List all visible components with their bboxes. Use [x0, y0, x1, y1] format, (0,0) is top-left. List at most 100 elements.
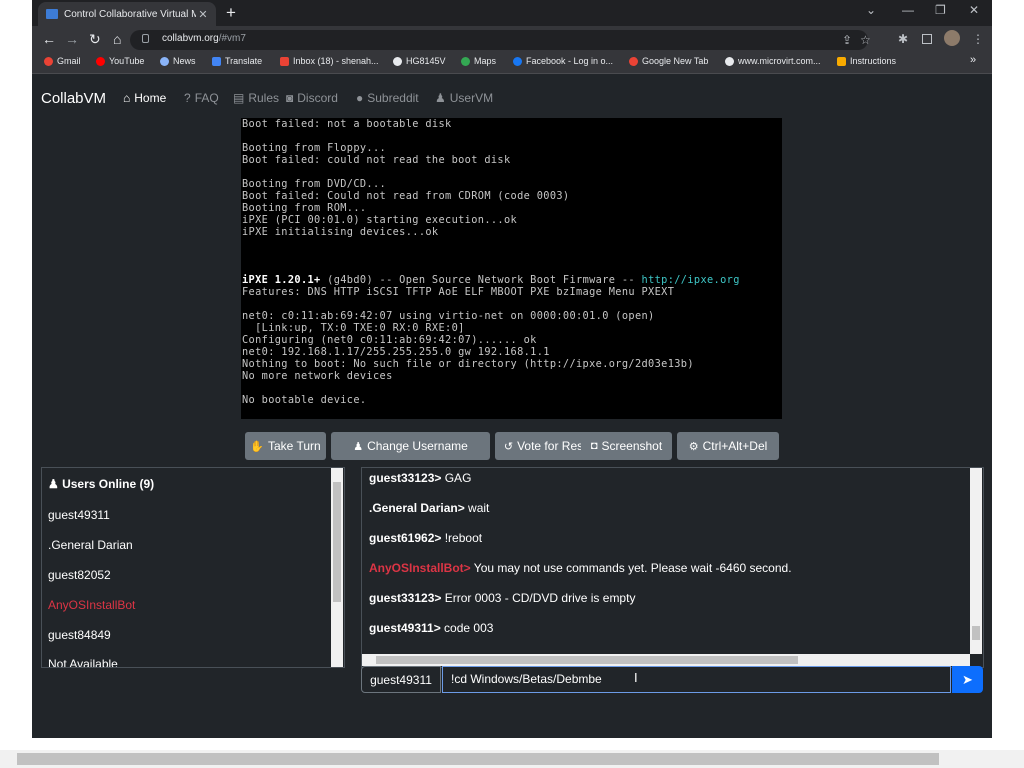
translate-icon: [212, 56, 221, 66]
nav-home[interactable]: ⌂ Home: [123, 91, 166, 105]
vm-terminal-line: Features: DNS HTTP iSCSI TFTP AoE ELF MB…: [242, 286, 675, 298]
person-icon: ♟: [435, 91, 446, 105]
nav-discord[interactable]: ◙ Discord: [286, 91, 338, 105]
chat-message: AnyOSInstallBot> You may not use command…: [369, 561, 792, 575]
reset-icon: ↺: [503, 440, 514, 453]
forward-arrow-icon[interactable]: →: [65, 31, 79, 47]
site-brand[interactable]: CollabVM: [41, 90, 106, 107]
globe-icon: [725, 56, 734, 66]
folder-icon: [837, 56, 846, 66]
chat-message: guest33123> Error 0003 - CD/DVD drive is…: [369, 591, 636, 605]
bookmark-news[interactable]: News: [160, 56, 196, 66]
nav-rules[interactable]: ▤ Rules: [233, 91, 279, 105]
chat-input-group: guest49311 !cd Windows/Betas/Debmbe ➤: [361, 666, 983, 693]
chat-message: guest33123> GAG: [369, 471, 472, 485]
bookmarks-bar: Gmail YouTube News Translate Inbox (18) …: [32, 53, 992, 74]
change-username-button[interactable]: ♟ Change Username: [331, 432, 490, 460]
take-turn-button[interactable]: ✋ Take Turn: [245, 432, 326, 460]
collabvm-favicon-icon: [46, 9, 58, 19]
nav-faq[interactable]: ? FAQ: [184, 91, 219, 105]
bookmark-star-icon[interactable]: ☆: [860, 33, 871, 47]
gmail-icon: [44, 56, 53, 66]
chat-message: guest49311> code 003: [369, 621, 494, 635]
vm-terminal-line: Boot failed: could not read the boot dis…: [242, 154, 511, 166]
tab-search-chevron-icon[interactable]: ⌄: [866, 3, 876, 17]
close-tab-icon[interactable]: ✕: [196, 8, 210, 21]
user-list-item[interactable]: .General Darian: [48, 538, 133, 552]
users-scrollbar-thumb[interactable]: [333, 482, 341, 602]
chat-horizontal-scrollbar-thumb[interactable]: [376, 656, 798, 664]
side-panel-icon[interactable]: [922, 34, 932, 44]
camera-icon: ◘: [590, 440, 598, 452]
nav-uservm[interactable]: ♟ UserVM: [435, 91, 493, 105]
bookmark-translate[interactable]: Translate: [212, 56, 262, 66]
address-url: collabvm.org/#vm7: [162, 33, 246, 44]
home-button-icon[interactable]: ⌂: [113, 31, 121, 47]
more-bookmarks-chevron-icon[interactable]: »: [970, 54, 976, 66]
chat-message: .General Darian> wait: [369, 501, 490, 515]
reddit-icon: ●: [356, 91, 364, 105]
bookmark-microvirt[interactable]: www.microvirt.com...: [725, 56, 821, 66]
clipboard-icon: ▤: [233, 91, 245, 105]
chat-vertical-scrollbar-thumb[interactable]: [972, 626, 980, 640]
ctrl-alt-del-button[interactable]: ⚙ Ctrl+Alt+Del: [677, 432, 779, 460]
bookmark-maps[interactable]: Maps: [461, 56, 496, 66]
user-list-item[interactable]: guest84849: [48, 628, 111, 642]
page-horizontal-scrollbar[interactable]: [0, 750, 1024, 768]
chat-vertical-scrollbar[interactable]: [970, 468, 982, 654]
send-button[interactable]: ➤: [952, 666, 983, 693]
facebook-icon: [513, 56, 522, 66]
vm-terminal-line: Booting from DVD/CD...: [242, 178, 387, 190]
close-window-icon[interactable]: ✕: [969, 3, 979, 17]
chat-message-input[interactable]: !cd Windows/Betas/Debmbe: [442, 666, 951, 693]
users-scrollbar[interactable]: [331, 468, 343, 667]
chat-panel: guest33123> GAG .General Darian> wait gu…: [361, 467, 984, 668]
extensions-puzzle-icon[interactable]: ✱: [898, 32, 908, 46]
screenshot-button[interactable]: ◘ Screenshot: [581, 432, 672, 460]
browser-tab[interactable]: Control Collaborative Virtual Ma ✕: [38, 2, 216, 26]
back-arrow-icon[interactable]: ←: [42, 31, 56, 47]
bookmark-google-new-tab[interactable]: Google New Tab: [629, 56, 708, 66]
chat-horizontal-scrollbar[interactable]: [362, 654, 970, 666]
maps-pin-icon: [461, 56, 470, 66]
user-list-item[interactable]: guest82052: [48, 568, 111, 582]
vm-terminal-line: net0: c0:11:ab:69:42:07 using virtio-net…: [242, 310, 655, 322]
vm-terminal-line: Boot failed: not a bootable disk: [242, 118, 452, 130]
text-cursor-icon: I: [634, 670, 638, 685]
users-online-panel: ♟ Users Online (9) guest49311 .General D…: [41, 467, 345, 668]
bookmark-gmail[interactable]: Gmail: [44, 56, 81, 66]
globe-icon: [393, 56, 402, 66]
reload-icon[interactable]: ↻: [89, 31, 101, 48]
new-tab-icon[interactable]: +: [226, 2, 236, 24]
youtube-icon: [96, 56, 105, 66]
user-list-item[interactable]: AnyOSInstallBot: [48, 598, 135, 612]
bookmark-youtube[interactable]: YouTube: [96, 56, 144, 66]
restore-icon[interactable]: ❐: [935, 3, 946, 17]
vm-terminal-line: [Link:up, TX:0 TXE:0 RX:0 RXE:0]: [242, 322, 465, 334]
bookmark-inbox[interactable]: Inbox (18) - shenah...: [280, 56, 379, 66]
vm-terminal-line: iPXE 1.20.1+ (g4bd0) -- Open Source Netw…: [242, 274, 740, 286]
vm-display[interactable]: Boot failed: not a bootable disk Booting …: [241, 118, 782, 419]
vm-terminal-line: Configuring (net0 c0:11:ab:69:42:07)....…: [242, 334, 537, 346]
nav-subreddit[interactable]: ● Subreddit: [356, 91, 419, 105]
user-list-item[interactable]: Not Available: [48, 657, 118, 667]
vm-terminal-line: No bootable device.: [242, 394, 367, 406]
bookmark-hg8145v[interactable]: HG8145V: [393, 56, 446, 66]
share-icon[interactable]: ⇪: [842, 33, 852, 47]
page-horizontal-scrollbar-thumb[interactable]: [17, 753, 939, 765]
bookmark-facebook[interactable]: Facebook - Log in o...: [513, 56, 613, 66]
tab-strip: Control Collaborative Virtual Ma ✕ + ⌄ —…: [32, 0, 992, 26]
menu-kebab-icon[interactable]: ⋮: [972, 32, 984, 46]
bookmark-instructions[interactable]: Instructions: [837, 56, 896, 66]
discord-icon: ◙: [286, 91, 294, 105]
user-list-item[interactable]: guest49311: [48, 508, 110, 522]
vm-terminal-line: Booting from Floppy...: [242, 142, 387, 154]
news-icon: [160, 56, 169, 66]
vm-terminal-line: net0: 192.168.1.17/255.255.255.0 gw 192.…: [242, 346, 550, 358]
gear-icon: ⚙: [688, 440, 699, 453]
address-bar[interactable]: collabvm.org/#vm7 ⇪ ☆: [130, 30, 871, 50]
tab-title: Control Collaborative Virtual Ma: [64, 8, 196, 20]
screen-frame: Control Collaborative Virtual Ma ✕ + ⌄ —…: [0, 0, 1024, 768]
minimize-icon[interactable]: —: [902, 3, 914, 17]
profile-avatar[interactable]: [944, 30, 960, 46]
